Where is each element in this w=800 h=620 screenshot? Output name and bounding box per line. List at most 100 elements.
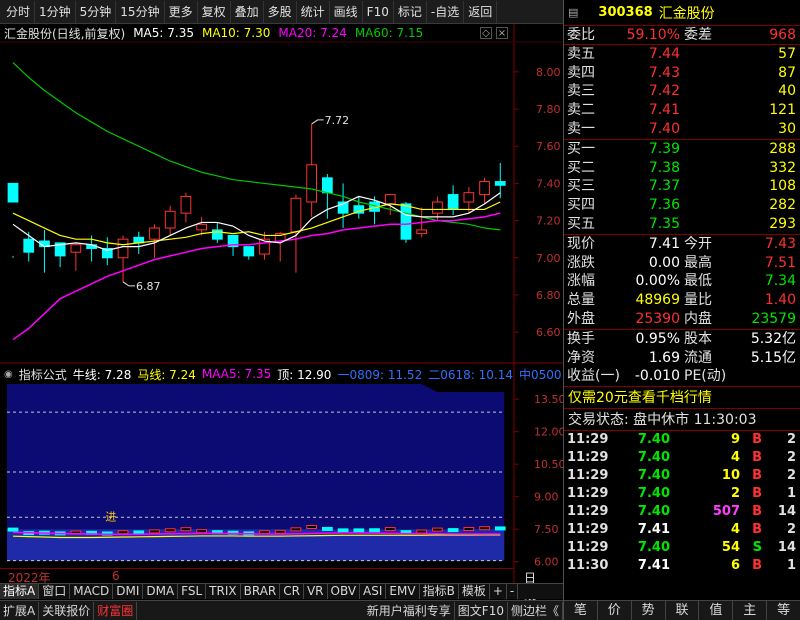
indicator-tick-label: 7.50 [534, 523, 559, 536]
tick-time: 11:29 [567, 540, 609, 556]
bottom-link-0[interactable]: 新用户福利专享 [364, 601, 455, 620]
quote-tab-0[interactable]: 笔 [564, 601, 598, 620]
bottom-link-2[interactable]: 侧边栏《 [508, 601, 563, 620]
tick-row: 11:29 7.40 507 B 14 [564, 503, 800, 521]
toolbar-item-9[interactable]: 画线 [330, 0, 363, 23]
toolbar-item-8[interactable]: 统计 [297, 0, 330, 23]
toolbar-item-3[interactable]: 15分钟 [116, 0, 165, 23]
menu-icon[interactable]: ▤ [568, 6, 578, 19]
indicator-tab-3[interactable]: DMI [113, 584, 144, 599]
stats2-label-1: 换手 [567, 330, 595, 347]
candle-body[interactable] [70, 244, 82, 253]
toolbar-item-5[interactable]: 复权 [198, 0, 231, 23]
bottom-tab-0[interactable]: 扩展A [0, 601, 40, 620]
buys-label: 买一 [567, 140, 595, 157]
quote-tab-3[interactable]: 联 [666, 601, 700, 620]
tick-side: B [752, 432, 762, 448]
candle-body[interactable] [447, 194, 459, 210]
line1-legend: 一0809: 11.52 [337, 367, 423, 382]
settings-icon[interactable]: ◇ [480, 27, 492, 39]
candle-body[interactable] [180, 195, 192, 214]
bottom-tab-2[interactable]: 财富圈 [94, 601, 138, 620]
indicator-tab-0[interactable]: 指标A [0, 584, 40, 599]
quote-tab-5[interactable]: 主 [733, 601, 768, 620]
tick-count: 2 [786, 432, 796, 448]
candle-body[interactable] [416, 229, 428, 235]
quote-tab-2[interactable]: 势 [632, 601, 666, 620]
indicator-candle [290, 527, 302, 532]
price-tick-label: 6.80 [536, 289, 561, 302]
indicator-candle [149, 529, 160, 534]
tick-side: B [752, 486, 762, 502]
indicator-tab-9[interactable]: VR [304, 584, 328, 599]
stats-label-1: 现价 [567, 235, 595, 252]
quote-tab-4[interactable]: 值 [699, 601, 734, 620]
candle-body[interactable] [196, 223, 207, 231]
indicator-tab-6[interactable]: TRIX [206, 584, 241, 599]
ding-legend: 顶: 12.90 [277, 367, 332, 382]
stats-label-2: 最高 [684, 254, 712, 271]
quote-tab-6[interactable]: 等 [767, 601, 800, 620]
candle-body[interactable] [149, 227, 160, 240]
buys-row: 买二 7.38 332 [564, 159, 800, 178]
candle-body[interactable] [494, 181, 506, 186]
candle-body[interactable] [400, 203, 412, 240]
indicator-tab-15[interactable]: + [490, 584, 507, 599]
candle-body[interactable] [164, 210, 176, 229]
candle-body[interactable] [432, 201, 443, 214]
toolbar-item-6[interactable]: 叠加 [231, 0, 264, 23]
toolbar-item-2[interactable]: 5分钟 [76, 0, 117, 23]
indicator-tab-10[interactable]: OBV [328, 584, 361, 599]
close-icon[interactable]: × [496, 27, 508, 39]
indicator-tab-8[interactable]: CR [280, 584, 304, 599]
sells-row: 卖一 7.40 30 [564, 120, 800, 139]
indicator-tab-12[interactable]: EMV [386, 584, 420, 599]
candle-body[interactable] [463, 192, 475, 203]
stats-label-1: 涨幅 [567, 273, 595, 290]
toolbar-item-11[interactable]: 标记 [394, 0, 427, 23]
chart-area[interactable]: 8.00 7.80 7.60 7.40 7.20 7.00 6.80 6.60 7.72 6.87… [0, 0, 563, 602]
bottom-tab-1[interactable]: 关联报价 [39, 601, 95, 620]
indicator-tab-16[interactable]: - [507, 584, 519, 599]
bottom-link-1[interactable]: 图文F10 [455, 601, 508, 620]
toolbar-item-10[interactable]: F10 [363, 0, 394, 23]
upgrade-banner[interactable]: 仅需20元查看千档行情 [564, 387, 800, 410]
indicator-tab-13[interactable]: 指标B [420, 584, 459, 599]
tick-time: 11:29 [567, 468, 609, 484]
weicha-label: 委差 [684, 27, 712, 43]
candle-body[interactable] [23, 238, 35, 253]
toolbar-item-7[interactable]: 多股 [264, 0, 297, 23]
quote-header: ▤ 300368 汇金股份 [564, 0, 800, 26]
indicator-tab-4[interactable]: DMA [143, 584, 179, 599]
stats-row: 涨跌 0.00 最高 7.51 [564, 254, 800, 273]
stats2-row: 收益(一) -0.010 PE(动) [564, 367, 800, 386]
candle-body[interactable] [384, 194, 396, 205]
toolbar-item-1[interactable]: 1分钟 [35, 0, 76, 23]
toolbar-item-13[interactable]: 返回 [464, 0, 498, 23]
quote-tab-1[interactable]: 价 [598, 601, 632, 620]
indicator-tab-2[interactable]: MACD [70, 584, 114, 599]
stats-value-1: 7.41 [648, 235, 680, 252]
toolbar-item-4[interactable]: 更多 [165, 0, 198, 23]
candle-body[interactable] [7, 182, 19, 203]
indicator-tab-1[interactable]: 窗口 [39, 584, 71, 599]
candle-body[interactable] [243, 246, 255, 257]
candle-body[interactable] [322, 177, 333, 194]
stats2-label-2: 股本 [684, 330, 712, 347]
indicator-tab-11[interactable]: ASI [360, 584, 387, 599]
candle-body[interactable] [479, 181, 490, 196]
candle-body[interactable] [290, 197, 302, 233]
indicator-tab-5[interactable]: FSL [178, 584, 207, 599]
indicator-candle [494, 526, 506, 531]
indicator-tab-14[interactable]: 模板 [459, 584, 490, 599]
buys-price: 7.39 [648, 140, 680, 157]
collapse-icon[interactable]: ◉ [4, 369, 13, 380]
candle-body[interactable] [117, 238, 129, 259]
kline-chart[interactable]: 8.00 7.80 7.60 7.40 7.20 7.00 6.80 6.60 7.72 6.87… [0, 0, 563, 598]
toolbar-item-12[interactable]: -自选 [427, 0, 465, 23]
toolbar-item-0[interactable]: 分时 [2, 0, 36, 23]
candle-body[interactable] [306, 164, 318, 203]
indicator-tab-7[interactable]: BRAR [241, 584, 281, 599]
price-tick-label: 6.60 [536, 326, 561, 339]
indicator-tab-bar: 指标A 窗口 MACD DMI DMA FSL TRIX BRAR CR VR OBV ASI EMV 指… [0, 583, 563, 599]
